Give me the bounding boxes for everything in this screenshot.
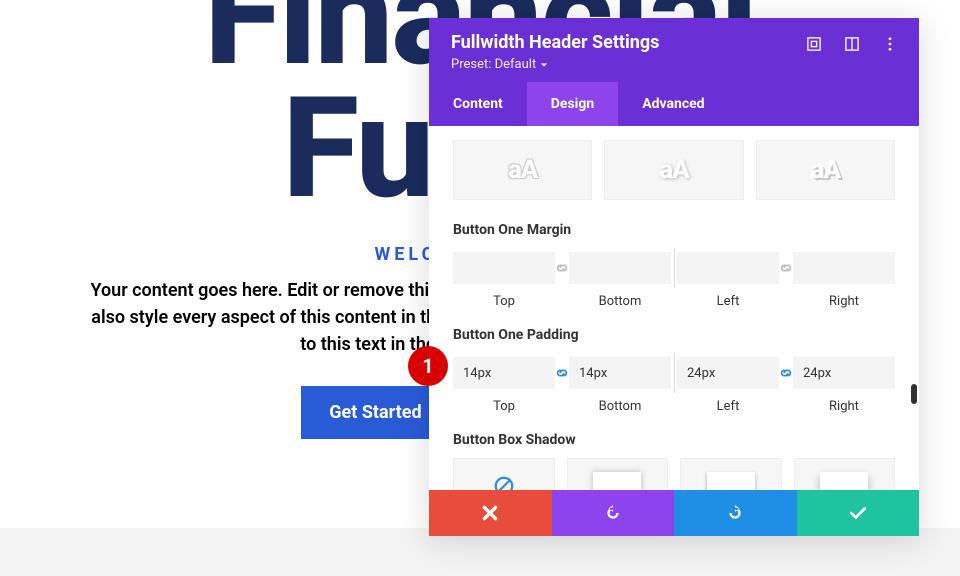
padding-lr-link-icon[interactable] [779, 364, 793, 382]
margin-right-input[interactable] [793, 252, 895, 284]
text-shadow-preset-3[interactable]: aA [756, 140, 895, 200]
expand-icon[interactable] [807, 36, 821, 55]
shadow-none[interactable] [453, 458, 555, 490]
snap-icon[interactable] [845, 36, 859, 55]
divider [674, 248, 675, 288]
chevron-down-icon [540, 61, 548, 69]
shadow-label: Button Box Shadow [453, 432, 895, 448]
shadow-preset-1[interactable] [567, 458, 669, 490]
tab-content[interactable]: Content [429, 82, 527, 126]
tab-design[interactable]: Design [527, 82, 618, 126]
padding-grid [453, 353, 895, 393]
panel-body: aA aA aA Button One Margin Top Bottom Le… [429, 126, 919, 490]
margin-left-input[interactable] [677, 252, 779, 284]
label-bottom: Bottom [569, 294, 671, 309]
panel-title: Fullwidth Header Settings [451, 32, 659, 53]
redo-icon [726, 504, 744, 522]
panel-tabs: Content Design Advanced [429, 82, 919, 126]
close-icon [481, 504, 499, 522]
padding-bottom-input[interactable] [569, 357, 671, 389]
cancel-button[interactable] [429, 490, 552, 536]
none-icon [493, 475, 515, 490]
scrollbar-thumb[interactable] [911, 384, 917, 404]
padding-left-input[interactable] [677, 357, 779, 389]
label-left: Left [677, 294, 779, 309]
text-shadow-preset-1[interactable]: aA [453, 140, 592, 200]
step-badge: 1 [408, 346, 448, 386]
panel-header-icons [807, 36, 897, 55]
margin-grid [453, 248, 895, 288]
label-top: Top [453, 399, 555, 414]
label-right: Right [793, 294, 895, 309]
margin-lr-link-icon[interactable] [779, 259, 793, 277]
margin-sublabels: Top Bottom Left Right [453, 294, 895, 309]
padding-sublabels: Top Bottom Left Right [453, 399, 895, 414]
preset-label: Preset: Default [451, 57, 536, 72]
shadow-preset-3[interactable] [794, 458, 896, 490]
settings-panel: Fullwidth Header Settings Preset: Defaul… [429, 18, 919, 536]
text-shadow-preset-2[interactable]: aA [604, 140, 743, 200]
text-shadow-presets: aA aA aA [453, 140, 895, 200]
label-bottom: Bottom [569, 399, 671, 414]
padding-label: Button One Padding [453, 327, 895, 343]
shadow-presets [453, 458, 895, 490]
divider [674, 353, 675, 393]
margin-top-input[interactable] [453, 252, 555, 284]
padding-right-input[interactable] [793, 357, 895, 389]
label-right: Right [793, 399, 895, 414]
label-left: Left [677, 399, 779, 414]
panel-actions [429, 490, 919, 536]
undo-button[interactable] [552, 490, 675, 536]
panel-header: Fullwidth Header Settings Preset: Defaul… [429, 18, 919, 82]
padding-top-input[interactable] [453, 357, 555, 389]
save-button[interactable] [797, 490, 920, 536]
redo-button[interactable] [674, 490, 797, 536]
check-icon [849, 504, 867, 522]
panel-header-left: Fullwidth Header Settings Preset: Defaul… [451, 32, 659, 72]
get-started-button[interactable]: Get Started [301, 386, 449, 439]
margin-tb-link-icon[interactable] [555, 259, 569, 277]
more-icon[interactable] [883, 36, 897, 55]
padding-tb-link-icon[interactable] [555, 364, 569, 382]
label-top: Top [453, 294, 555, 309]
shadow-preset-2[interactable] [680, 458, 782, 490]
undo-icon [604, 504, 622, 522]
margin-bottom-input[interactable] [569, 252, 671, 284]
tab-advanced[interactable]: Advanced [618, 82, 728, 126]
preset-dropdown[interactable]: Preset: Default [451, 57, 659, 72]
margin-label: Button One Margin [453, 222, 895, 238]
